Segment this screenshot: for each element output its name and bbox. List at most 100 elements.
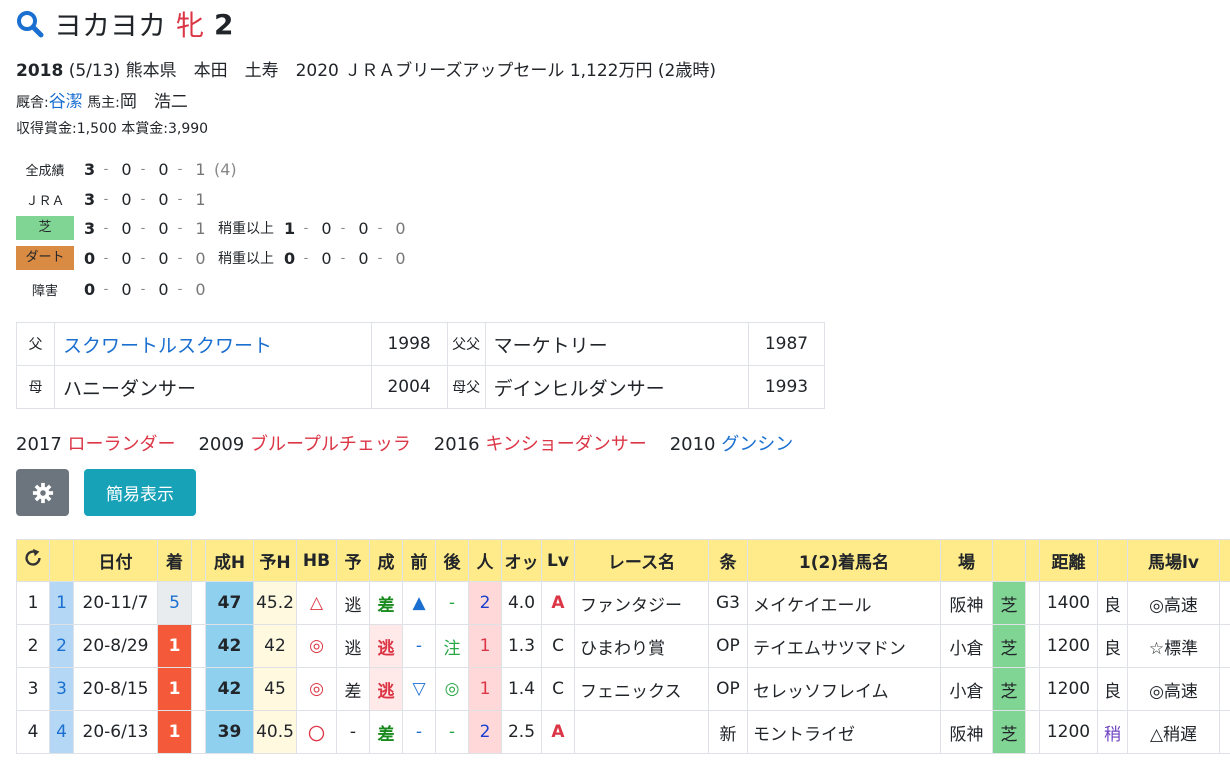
col-header-winner[interactable]: 1(2)着馬名 — [747, 539, 941, 582]
back-mark: 注 — [435, 624, 469, 668]
winner-name[interactable]: モントライゼ — [747, 710, 941, 754]
odds: 2.5 — [501, 710, 542, 754]
hb-mark: △ — [296, 581, 337, 625]
record-second: 0 — [121, 159, 132, 179]
dam-sire-label: 母父 — [446, 365, 486, 409]
col-header-front[interactable]: 前 — [402, 539, 436, 582]
race-name[interactable]: ひまわり賞 — [574, 624, 709, 668]
spacer — [1219, 581, 1230, 625]
record-wins: 3 — [84, 189, 96, 209]
front-mark: ▲ — [402, 581, 436, 625]
row-number: 3 — [16, 667, 50, 711]
table-row[interactable]: 1 1 20-11/7 5 47 45.2 △ 逃 差 ▲ - 2 4.0 A … — [16, 581, 1230, 625]
record-third: 0 — [158, 248, 169, 268]
dam-sire-name: デインヒルダンサー — [484, 365, 750, 409]
prize: 本賞金:3,990 — [121, 121, 209, 137]
record-wins: 3 — [84, 218, 96, 238]
record-other: 0 — [195, 248, 206, 268]
col-header-dist[interactable]: 距離 — [1039, 539, 1098, 582]
pred-style: 差 — [336, 667, 370, 711]
level: A — [541, 581, 575, 625]
col-header-hb[interactable]: HB — [296, 539, 337, 582]
spacer — [1025, 624, 1040, 668]
track-level: ◎高速 — [1127, 667, 1220, 711]
spacer — [191, 667, 206, 711]
record-jra: ＪＲＡ 3- 0- 0- 1 — [16, 187, 206, 211]
horse-title: ヨカヨカ 牝 2 — [16, 6, 234, 42]
track-level: ◎高速 — [1127, 581, 1220, 625]
result-style: 逃 — [369, 624, 403, 668]
col-header-back[interactable]: 後 — [435, 539, 469, 582]
pred-style: - — [336, 710, 370, 754]
heavy-third: 0 — [358, 218, 369, 238]
level: A — [541, 710, 575, 754]
refresh-button[interactable] — [16, 539, 50, 582]
col-header-yo[interactable]: 予 — [336, 539, 370, 582]
search-icon[interactable] — [16, 10, 44, 38]
race-date: 20-8/29 — [73, 624, 158, 668]
table-row[interactable]: 2 2 20-8/29 1 42 42 ◎ 逃 逃 - 注 1 1.3 C ひま… — [16, 624, 1230, 668]
col-header-date[interactable]: 日付 — [73, 539, 158, 582]
spacer — [191, 581, 206, 625]
predicted-score: 45 — [253, 667, 297, 711]
row-index: 4 — [49, 710, 74, 754]
col-header-cond[interactable]: 条 — [708, 539, 748, 582]
sire-link[interactable]: スクワートルスクワート — [54, 322, 372, 366]
sibling-link[interactable]: ブループルチェッラ — [250, 434, 411, 455]
refresh-icon — [25, 548, 41, 566]
record-second: 0 — [121, 218, 132, 238]
sibling-year: 2016 — [433, 434, 480, 455]
record-turf: 芝 3- 0- 0- 1 稍重以上 1- 0- 0- 0 — [16, 216, 406, 240]
sibling-link[interactable]: キンショーダンサー — [485, 434, 646, 455]
col-header-place[interactable]: 場 — [940, 539, 993, 582]
race-date: 20-8/15 — [73, 667, 158, 711]
popularity: 1 — [468, 624, 502, 668]
winner-name[interactable]: セレッソフレイム — [747, 667, 941, 711]
winner-name[interactable]: メイケイエール — [747, 581, 941, 625]
winner-name[interactable]: テイエムサツマドン — [747, 624, 941, 668]
trainer-link[interactable]: 谷潔 — [49, 92, 83, 112]
col-header-race[interactable]: レース名 — [574, 539, 709, 582]
race-name[interactable]: フェニックス — [574, 667, 709, 711]
back-mark: - — [435, 581, 469, 625]
predicted-score: 42 — [253, 624, 297, 668]
col-header-score[interactable]: 成H — [205, 539, 254, 582]
heavy-other: 0 — [395, 218, 406, 238]
simple-view-button[interactable]: 簡易表示 — [84, 469, 196, 516]
settings-button[interactable] — [16, 469, 69, 516]
table-row[interactable]: 3 3 20-8/15 1 42 45 ◎ 差 逃 ▽ ◎ 1 1.4 C フェ… — [16, 667, 1230, 711]
venue: 小倉 — [940, 624, 993, 668]
sibling-link[interactable]: グンシン — [721, 434, 793, 455]
row-number: 1 — [16, 581, 50, 625]
heavy-wins: 0 — [284, 248, 296, 268]
odds: 4.0 — [501, 581, 542, 625]
col-header — [191, 539, 206, 582]
col-header-pop[interactable]: 人 — [468, 539, 502, 582]
spacer — [1219, 624, 1230, 668]
table-row[interactable]: 4 4 20-6/13 1 39 40.5 〇 - 差 - - 2 2.5 A … — [16, 710, 1230, 754]
sibling-link[interactable]: ローランダー — [68, 434, 176, 455]
record-second: 0 — [121, 248, 132, 268]
spacer — [1025, 581, 1040, 625]
col-header-lv[interactable]: Lv — [541, 539, 575, 582]
odds: 1.3 — [501, 624, 542, 668]
record-other: 1 — [195, 218, 206, 238]
record-other: 1 — [195, 189, 206, 209]
col-header-rank[interactable]: 着 — [157, 539, 192, 582]
col-header-odds[interactable]: オッ — [501, 539, 542, 582]
row-number: 4 — [16, 710, 50, 754]
horse-sex: 牝 — [176, 9, 205, 42]
track-level: △稍遅 — [1127, 710, 1220, 754]
horse-age: 2 — [214, 7, 234, 41]
predicted-score: 45.2 — [253, 581, 297, 625]
owner-label: 馬主: — [87, 95, 120, 111]
row-number: 2 — [16, 624, 50, 668]
col-header-pred[interactable]: 予H — [253, 539, 297, 582]
dam-name: ハニーダンサー — [54, 365, 372, 409]
record-third: 0 — [158, 279, 169, 299]
col-header-track[interactable]: 馬場lv — [1127, 539, 1220, 582]
sire-sire-label: 父父 — [446, 322, 486, 366]
race-name[interactable]: ファンタジー — [574, 581, 709, 625]
col-header-res[interactable]: 成 — [369, 539, 403, 582]
race-name[interactable] — [574, 710, 709, 754]
